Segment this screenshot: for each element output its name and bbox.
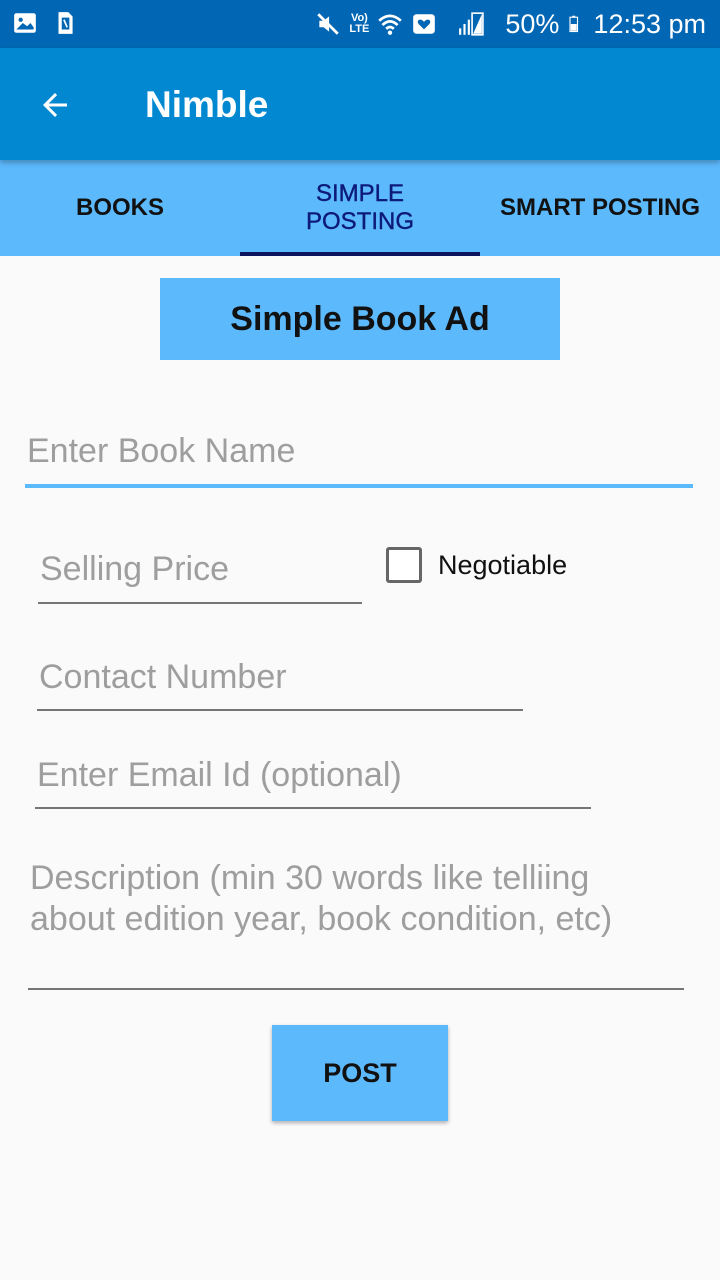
ad-header-label: Simple Book Ad <box>230 299 490 338</box>
battery-icon <box>569 15 579 33</box>
clock: 12:53 pm <box>593 9 706 39</box>
contact-number-field <box>37 658 523 711</box>
tab-label: SIMPLE POSTING <box>305 180 414 235</box>
tab-smart-posting[interactable]: SMART POSTING <box>480 160 720 256</box>
underline <box>28 988 684 990</box>
selling-price-field <box>38 550 362 604</box>
heart-icon <box>413 14 436 34</box>
email-input[interactable] <box>35 756 591 795</box>
app-title: Nimble <box>145 84 269 125</box>
underline <box>25 484 693 488</box>
tab-label: SMART POSTING <box>499 194 700 221</box>
negotiable-checkbox[interactable] <box>386 547 422 583</box>
email-field <box>35 756 591 809</box>
sim-icon <box>58 12 73 34</box>
tab-books[interactable]: BOOKS <box>0 160 240 256</box>
mute-icon <box>317 13 340 35</box>
tab-label: BOOKS <box>75 194 164 221</box>
battery-percent: 50% <box>505 9 560 39</box>
contact-number-input[interactable] <box>37 658 523 697</box>
underline <box>38 602 362 604</box>
tab-simple-posting[interactable]: SIMPLE POSTING <box>240 160 480 256</box>
negotiable-checkbox-row[interactable]: Negotiable <box>386 547 567 583</box>
tab-bar: BOOKS SIMPLE POSTING SMART POSTING <box>0 160 720 256</box>
underline <box>37 709 523 711</box>
signal-icon <box>459 12 485 36</box>
selling-price-input[interactable] <box>38 550 362 589</box>
image-icon <box>14 13 36 33</box>
book-name-input[interactable] <box>25 432 693 471</box>
simple-book-ad-header: Simple Book Ad <box>160 278 560 360</box>
wifi-icon <box>378 14 403 35</box>
app-bar: Nimble <box>0 48 720 160</box>
post-button[interactable]: POST <box>272 1025 448 1121</box>
negotiable-label: Negotiable <box>438 549 568 580</box>
description-field <box>28 858 684 990</box>
book-name-field <box>25 432 693 488</box>
back-button[interactable] <box>30 80 80 130</box>
arrow-left-icon <box>43 93 67 117</box>
underline <box>35 807 591 809</box>
status-bar: Vo) LTE 50% 12:53 pm <box>0 0 720 48</box>
lte-indicator: Vo) LTE <box>349 12 370 35</box>
description-input[interactable] <box>28 858 684 978</box>
post-button-label: POST <box>323 1057 397 1088</box>
